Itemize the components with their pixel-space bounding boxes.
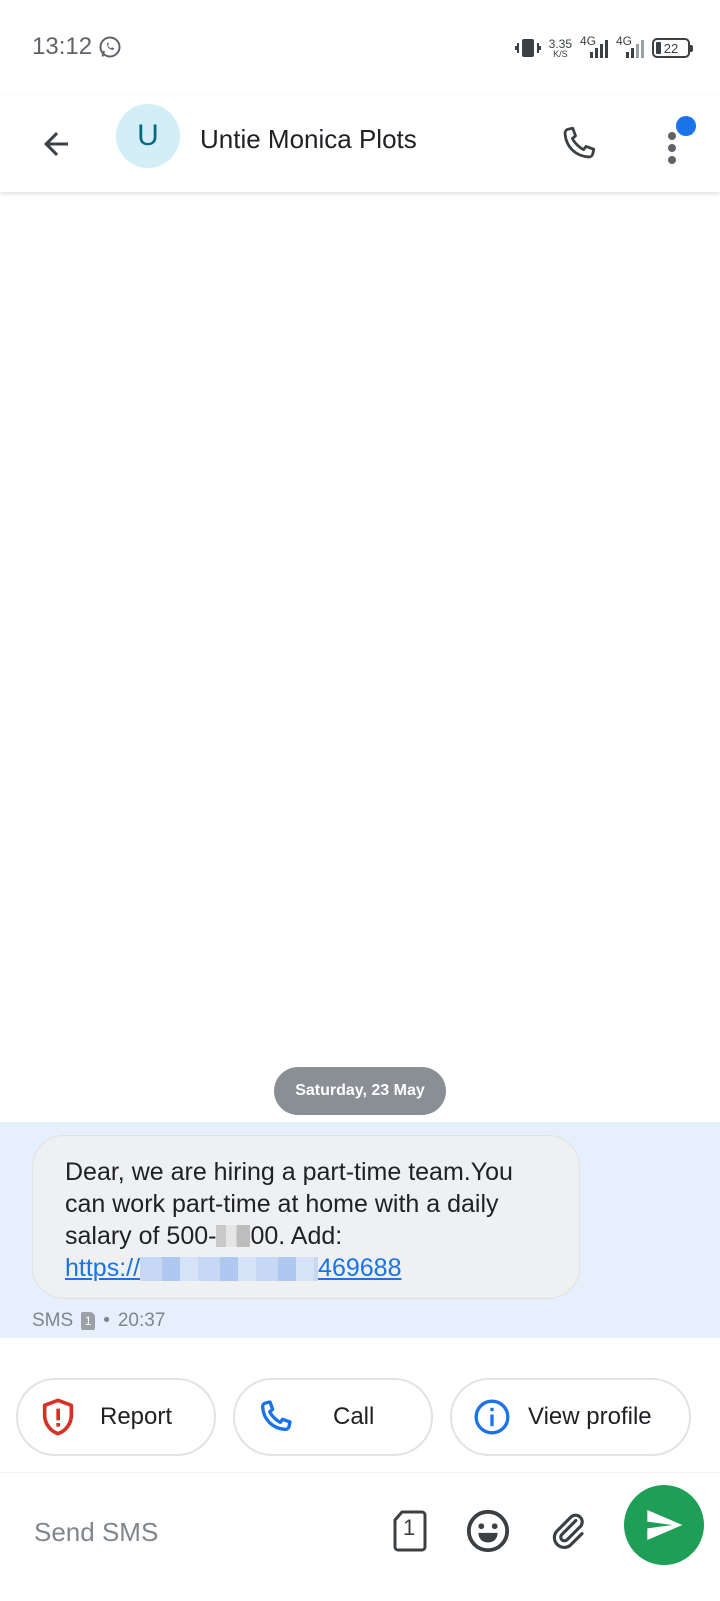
avatar[interactable]: U bbox=[116, 104, 180, 168]
redacted-link-block bbox=[140, 1257, 319, 1281]
report-button[interactable]: Report bbox=[16, 1378, 216, 1456]
attach-button[interactable] bbox=[540, 1503, 596, 1559]
status-bar: 13:12 3.35 K/S 4G 4G 22 bbox=[0, 0, 720, 96]
emoji-icon bbox=[466, 1509, 510, 1553]
battery-level: 22 bbox=[663, 40, 679, 56]
phone-icon bbox=[255, 1397, 295, 1437]
send-button[interactable] bbox=[624, 1485, 704, 1565]
meta-separator: • bbox=[103, 1310, 110, 1331]
redacted-block bbox=[216, 1225, 251, 1247]
back-arrow-icon bbox=[44, 132, 68, 156]
paperclip-icon bbox=[552, 1513, 584, 1549]
call-label: Call bbox=[333, 1403, 375, 1430]
notification-dot-icon bbox=[676, 116, 696, 136]
message-text-tail: 00. Add: bbox=[250, 1222, 343, 1250]
conversation-header: U Untie Monica Plots bbox=[0, 96, 720, 192]
composer-sim-slot: 1 bbox=[403, 1515, 416, 1540]
view-profile-label: View profile bbox=[528, 1403, 652, 1430]
status-time: 13:12 bbox=[32, 33, 93, 60]
signal-sim-2: 4G bbox=[616, 34, 644, 60]
message-composer: 1 bbox=[0, 1472, 720, 1601]
whatsapp-icon bbox=[99, 36, 121, 58]
status-icons: 3.35 K/S 4G 4G 22 bbox=[514, 30, 693, 66]
sim-select-button[interactable]: 1 bbox=[382, 1503, 438, 1559]
message-bubble[interactable]: Dear, we are hiring a part-time team.You… bbox=[32, 1135, 580, 1299]
call-action-button[interactable]: Call bbox=[233, 1378, 433, 1456]
contact-name[interactable]: Untie Monica Plots bbox=[200, 124, 417, 155]
emoji-button[interactable] bbox=[460, 1503, 516, 1559]
report-label: Report bbox=[100, 1403, 173, 1430]
net-speed-value: 3.35 bbox=[548, 36, 572, 51]
send-icon bbox=[647, 1510, 683, 1540]
message-link[interactable]: https:// 469688 bbox=[65, 1254, 401, 1282]
message-type: SMS bbox=[32, 1310, 74, 1331]
avatar-initial: U bbox=[137, 119, 159, 152]
signal-sim-1: 4G bbox=[580, 34, 608, 60]
sim-icon: 1 bbox=[81, 1312, 96, 1330]
signal-icon bbox=[626, 40, 644, 58]
date-divider: Saturday, 23 May bbox=[274, 1067, 446, 1115]
link-suffix: 469688 bbox=[318, 1254, 402, 1282]
sim-slot: 1 bbox=[84, 1314, 92, 1328]
link-prefix: https:// bbox=[65, 1254, 141, 1282]
view-profile-button[interactable]: View profile bbox=[450, 1378, 691, 1456]
info-icon bbox=[472, 1397, 512, 1437]
net-speed: 3.35 K/S bbox=[549, 38, 572, 59]
net-speed-unit: K/S bbox=[553, 48, 568, 59]
message-time: 20:37 bbox=[117, 1310, 166, 1331]
back-button[interactable] bbox=[32, 116, 80, 172]
battery-icon: 22 bbox=[652, 38, 693, 58]
sms-input[interactable] bbox=[32, 1508, 376, 1556]
message-meta: SMS 1 • 20:37 bbox=[32, 1310, 165, 1332]
shield-alert-icon bbox=[38, 1397, 78, 1437]
more-options-button[interactable] bbox=[660, 116, 708, 172]
call-button[interactable] bbox=[550, 116, 606, 172]
phone-icon bbox=[563, 126, 596, 159]
vibrate-icon bbox=[514, 39, 541, 57]
signal-icon bbox=[590, 40, 608, 58]
